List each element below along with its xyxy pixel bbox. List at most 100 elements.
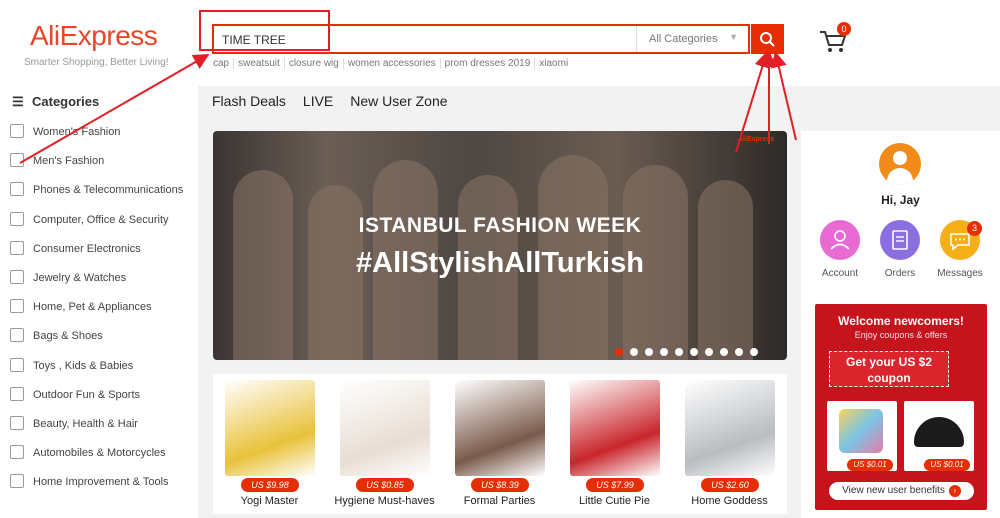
aliexpress-logo[interactable]: AliExpress <box>30 20 158 52</box>
sidebar-item-mens-fashion[interactable]: Men's Fashion <box>0 145 198 174</box>
carousel-dot[interactable] <box>660 348 668 356</box>
toy-stack-image <box>839 409 883 453</box>
chevron-down-icon: ▼ <box>729 32 738 42</box>
carousel-dot[interactable] <box>705 348 713 356</box>
banner-brand: AliExpress <box>738 136 775 143</box>
product-card[interactable]: US $8.39 Formal Parties <box>443 374 556 514</box>
slogan: Smarter Shopping, Better Living! <box>24 57 169 68</box>
carousel-dot[interactable] <box>735 348 743 356</box>
nav-new-user-zone[interactable]: New User Zone <box>350 93 447 109</box>
car-icon <box>10 445 24 460</box>
product-image <box>455 380 545 476</box>
user-panel: Hi, Jay 3 Account Orders Messages Welcom… <box>801 131 1000 518</box>
view-benefits-button[interactable]: View new user benefits › <box>829 482 974 500</box>
ball-icon <box>10 386 24 401</box>
product-price: US $8.39 <box>471 478 529 492</box>
sidebar-item-label: Phones & Telecommunications <box>33 184 184 197</box>
sidebar-item-label: Beauty, Health & Hair <box>33 417 138 430</box>
carousel-dot[interactable] <box>615 348 623 356</box>
sidebar-item-womens-fashion[interactable]: Women's Fashion <box>0 116 198 145</box>
coupon-banner[interactable]: Get your US $2 coupon <box>829 351 949 387</box>
banner-subtitle: #AllStylishAllTurkish <box>356 247 644 279</box>
item-price: US $0.01 <box>924 459 970 471</box>
hot-word-link[interactable]: closure wig <box>284 58 344 69</box>
carousel-dots <box>615 343 765 360</box>
computer-icon <box>10 211 24 226</box>
hot-word-link[interactable]: prom dresses 2019 <box>440 58 536 69</box>
sidebar-item-electronics[interactable]: Consumer Electronics <box>0 233 198 262</box>
hot-word-link[interactable]: sweatsuit <box>234 58 285 69</box>
product-image <box>340 380 430 476</box>
category-select-label: All Categories <box>649 33 718 45</box>
welcome-card: Welcome newcomers! Enjoy coupons & offer… <box>815 304 987 510</box>
search-button[interactable] <box>751 24 784 54</box>
product-card[interactable]: US $7.99 Little Cutie Pie <box>558 374 671 514</box>
hot-word-link[interactable]: xiaomi <box>535 58 572 69</box>
messages-badge: 3 <box>967 221 982 236</box>
home-icon <box>10 299 24 314</box>
product-name: Hygiene Must-haves <box>334 495 435 507</box>
coupon-line-2: coupon <box>867 371 911 385</box>
categories-title: Categories <box>32 94 100 109</box>
beauty-icon <box>10 415 24 430</box>
sidebar-item-home-improvement[interactable]: Home Improvement & Tools <box>0 466 198 495</box>
sidebar-item-computer[interactable]: Computer, Office & Security <box>0 204 198 233</box>
nav-flash-deals[interactable]: Flash Deals <box>212 93 286 109</box>
carousel-dot[interactable] <box>690 348 698 356</box>
welcome-subtitle: Enjoy coupons & offers <box>854 330 948 340</box>
carousel-dot[interactable] <box>630 348 638 356</box>
sidebar-item-label: Home Improvement & Tools <box>33 476 169 489</box>
newcomer-item[interactable]: US $0.01 <box>827 401 897 471</box>
product-price: US $7.99 <box>586 478 644 492</box>
categories-sidebar: ☰ Categories Women's Fashion Men's Fashio… <box>0 86 198 518</box>
sidebar-item-bags-shoes[interactable]: Bags & Shoes <box>0 320 198 349</box>
sidebar-item-label: Automobiles & Motorcycles <box>33 447 166 460</box>
user-icon <box>830 230 850 250</box>
carousel-dot[interactable] <box>720 348 728 356</box>
item-price: US $0.01 <box>847 459 893 471</box>
product-price: US $0.85 <box>356 478 414 492</box>
sidebar-item-label: Home, Pet & Appliances <box>33 301 152 314</box>
clipboard-icon <box>892 230 908 250</box>
product-image <box>225 380 315 476</box>
top-nav: Flash Deals LIVE New User Zone <box>212 93 465 109</box>
product-name: Little Cutie Pie <box>579 495 650 507</box>
sidebar-item-beauty[interactable]: Beauty, Health & Hair <box>0 408 198 437</box>
newcomer-item[interactable]: US $0.01 <box>904 401 974 471</box>
avatar[interactable] <box>879 143 921 185</box>
product-image <box>570 380 660 476</box>
chevron-right-icon: › <box>948 485 961 497</box>
camera-icon <box>10 240 24 255</box>
hot-word-link[interactable]: women accessories <box>343 58 441 69</box>
hot-word-link[interactable]: cap <box>213 58 235 69</box>
carousel-dot[interactable] <box>645 348 653 356</box>
product-card[interactable]: US $9.98 Yogi Master <box>213 374 326 514</box>
welcome-title: Welcome newcomers! <box>838 314 964 328</box>
product-image <box>685 380 775 476</box>
sidebar-item-automobiles[interactable]: Automobiles & Motorcycles <box>0 437 198 466</box>
sidebar-item-label: Outdoor Fun & Sports <box>33 388 140 401</box>
sidebar-item-outdoor[interactable]: Outdoor Fun & Sports <box>0 379 198 408</box>
product-name: Formal Parties <box>463 495 536 507</box>
product-card[interactable]: US $0.85 Hygiene Must-haves <box>328 374 441 514</box>
category-select[interactable]: All Categories ▼ <box>636 26 750 52</box>
sidebar-item-phones[interactable]: Phones & Telecommunications <box>0 174 198 203</box>
sidebar-item-label: Toys , Kids & Babies <box>33 359 134 372</box>
toy-icon <box>10 357 24 372</box>
hot-words: cap sweatsuit closure wig women accessories… <box>213 58 572 69</box>
cap-image <box>914 417 964 447</box>
product-card[interactable]: US $2.60 Home Goddess <box>673 374 786 514</box>
hero-banner[interactable]: AliExpress ISTANBUL FASHION WEEK #AllSty… <box>213 131 787 360</box>
orders-button[interactable] <box>880 220 920 260</box>
sidebar-item-jewelry[interactable]: Jewelry & Watches <box>0 262 198 291</box>
account-button[interactable] <box>820 220 860 260</box>
carousel-dot[interactable] <box>675 348 683 356</box>
sidebar-item-home-pet[interactable]: Home, Pet & Appliances <box>0 291 198 320</box>
dress-icon <box>10 124 24 138</box>
nav-live[interactable]: LIVE <box>303 93 333 109</box>
carousel-dot[interactable] <box>750 348 758 356</box>
sidebar-item-toys[interactable]: Toys , Kids & Babies <box>0 350 198 379</box>
sidebar-item-label: Women's Fashion <box>33 126 121 138</box>
sidebar-item-label: Bags & Shoes <box>33 330 103 343</box>
phone-icon <box>10 182 24 197</box>
